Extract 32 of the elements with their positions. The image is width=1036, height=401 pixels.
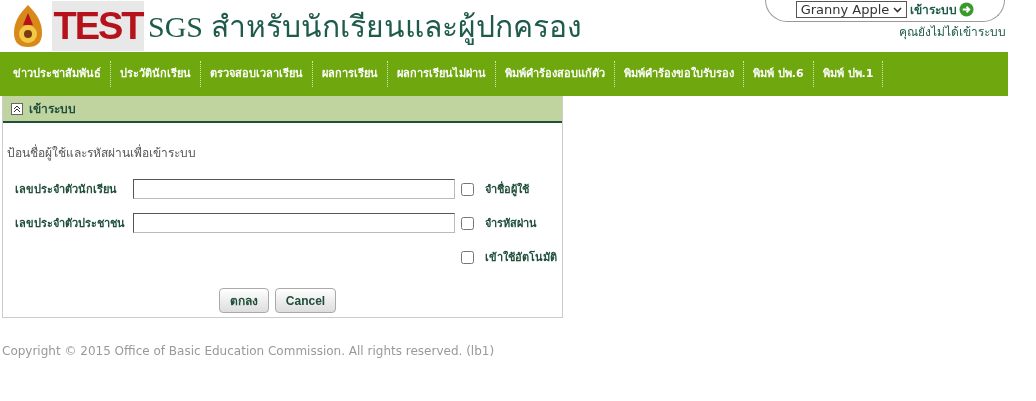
checkbox[interactable] [461,216,474,230]
input-field[interactable] [133,213,455,233]
checkbox[interactable] [461,250,474,264]
ok-button[interactable]: ตกลง [218,288,269,313]
copyright-text: Copyright © 2015 Office of Basic Education Commission. All rights reserved. (lb1) [2,344,496,358]
instruction-text: ป้อนชื่อผู้ใช้และรหัสผ่านเพื่อเข้าระบบ [7,143,197,162]
nav-link[interactable]: พิมพ์ ปพ.6 [744,61,814,87]
field-label: เลขประจำตัวนักเรียน [15,182,118,198]
nav-link[interactable]: ข่าวประชาสัมพันธ์ [4,61,111,87]
nav-link[interactable]: ผลการเรียน [313,61,388,87]
checkbox-label: จำรหัสผ่าน [485,216,538,232]
input-field[interactable] [133,179,455,199]
collapse-icon[interactable] [11,102,23,115]
checkbox[interactable] [461,182,474,196]
nav-link[interactable]: พิมพ์ ปพ.1 [813,61,884,87]
panel-title: เข้าระบบ [29,101,76,118]
nav-link[interactable]: ผลการเรียนไม่ผ่าน [388,61,496,87]
checkbox-label: เข้าใช้อัตโนมัติ [485,249,557,266]
user-select[interactable]: Granny Apple [795,1,908,18]
nav-link[interactable]: พิมพ์คำร้องสอบแก้ตัว [496,61,615,87]
login-button[interactable]: เข้าระบบ [910,0,975,19]
checkbox-label: จำชื่อผู้ใช้ [485,180,530,198]
chevron-down-icon [893,6,903,13]
nav-link[interactable]: ตรวจสอบเวลาเรียน [201,61,313,87]
field-label: เลขประจำตัวประชาชน [15,216,126,232]
login-status: คุณยังไม่ได้เข้าระบบ [899,24,1006,41]
site-title: SGS สำหรับนักเรียนและผู้ปกครอง [148,8,582,47]
cancel-button[interactable]: Cancel [274,288,337,313]
nav-link[interactable]: ประวัตินักเรียน [111,61,201,87]
arrow-right-icon [959,2,975,17]
nav-link[interactable]: พิมพ์คำร้องขอใบรับรอง [615,61,744,87]
logo: TEST [52,1,144,51]
